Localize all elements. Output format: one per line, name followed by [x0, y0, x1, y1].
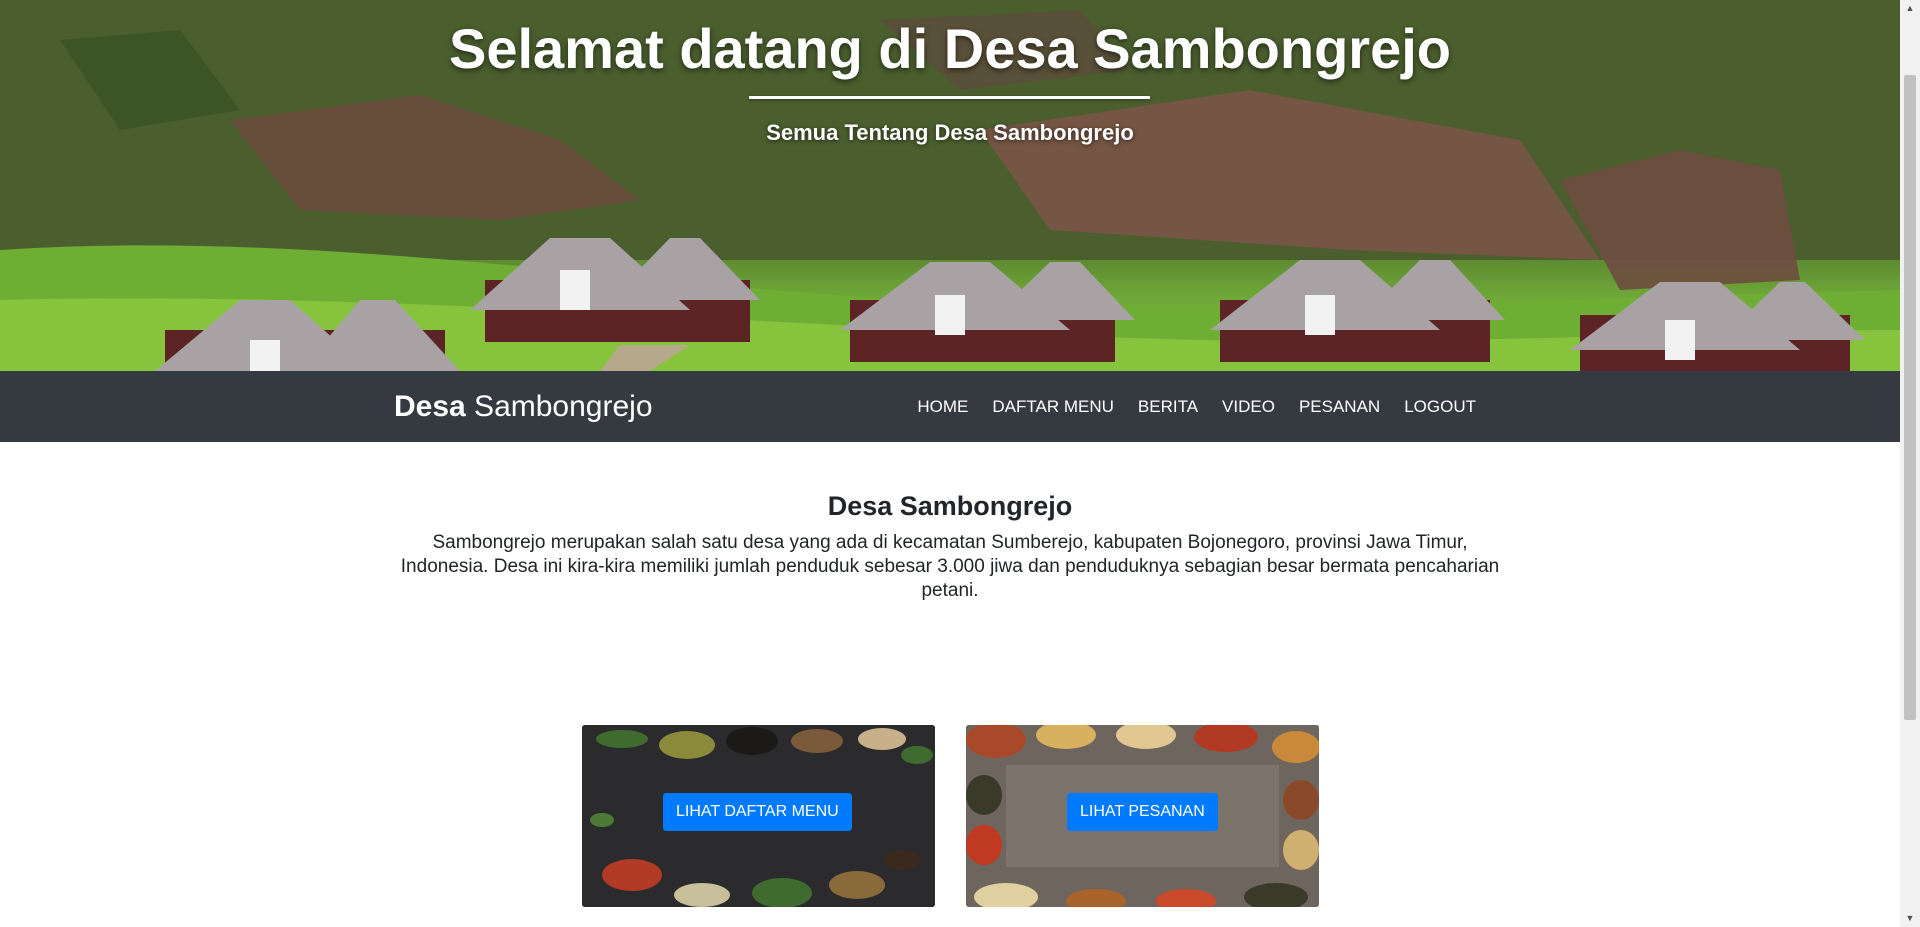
lihat-pesanan-button[interactable]: LIHAT PESANAN	[1067, 793, 1218, 831]
nav-item-berita[interactable]: BERITA	[1126, 371, 1210, 442]
nav-item-home[interactable]: HOME	[905, 371, 980, 442]
scroll-down-arrow-icon[interactable]: ▼	[1900, 910, 1920, 927]
navbar-brand[interactable]: Desa Sambongrejo	[394, 387, 653, 427]
lihat-daftar-menu-button[interactable]: LIHAT DAFTAR MENU	[663, 793, 852, 831]
hero-title: Selamat datang di Desa Sambongrejo	[448, 17, 1452, 80]
scroll-up-arrow-icon[interactable]: ▲	[1900, 0, 1920, 17]
nav-links: HOME DAFTAR MENU BERITA VIDEO PESANAN LO…	[905, 371, 1488, 442]
hero-subtitle: Semua Tentang Desa Sambongrejo	[766, 120, 1134, 145]
hero-divider	[749, 96, 1150, 99]
navbar: Desa Sambongrejo HOME DAFTAR MENU BERITA…	[0, 371, 1900, 442]
hero-banner: Selamat datang di Desa Sambongrejo Semua…	[0, 0, 1900, 371]
card-pesanan: LIHAT PESANAN	[966, 725, 1319, 907]
brand-rest-text: Sambongrejo	[465, 390, 653, 423]
scrollbar-thumb[interactable]	[1904, 75, 1916, 720]
nav-item-daftar-menu[interactable]: DAFTAR MENU	[980, 371, 1126, 442]
intro-title: Desa Sambongrejo	[827, 491, 1073, 521]
brand-bold-text: Desa	[394, 390, 466, 423]
nav-item-video[interactable]: VIDEO	[1210, 371, 1287, 442]
nav-item-pesanan[interactable]: PESANAN	[1287, 371, 1392, 442]
intro-text: Sambongrejo merupakan salah satu desa ya…	[400, 532, 1500, 601]
nav-item-logout[interactable]: LOGOUT	[1392, 371, 1488, 442]
page: Selamat datang di Desa Sambongrejo Semua…	[0, 0, 1920, 927]
card-daftar-menu: LIHAT DAFTAR MENU	[582, 725, 935, 907]
vertical-scrollbar[interactable]: ▲ ▼	[1900, 0, 1920, 927]
